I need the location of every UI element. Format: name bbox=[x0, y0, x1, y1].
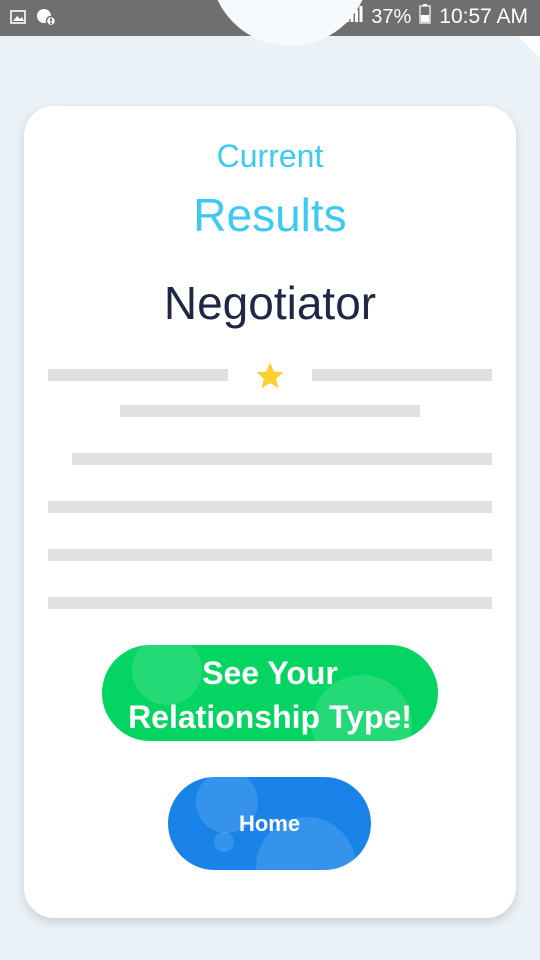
background-corner bbox=[518, 36, 540, 58]
placeholder-line bbox=[48, 597, 492, 609]
results-label: Results bbox=[193, 189, 347, 241]
placeholder-line bbox=[312, 369, 492, 381]
battery-icon bbox=[419, 4, 431, 30]
star-icon bbox=[254, 360, 286, 392]
results-card: Current Results Negotiator See Your Rela… bbox=[24, 106, 516, 918]
background-decoration bbox=[210, 0, 370, 46]
see-relationship-type-label: See Your Relationship Type! bbox=[128, 655, 412, 735]
placeholder-line bbox=[48, 549, 492, 561]
placeholder-line bbox=[120, 405, 420, 417]
image-icon bbox=[10, 9, 26, 30]
home-label: Home bbox=[238, 811, 301, 836]
placeholder-line bbox=[48, 501, 492, 513]
current-label: Current bbox=[216, 138, 324, 174]
result-type-title: Negotiator bbox=[163, 277, 377, 329]
see-relationship-type-button[interactable]: See Your Relationship Type! bbox=[102, 645, 438, 741]
status-left-icons bbox=[10, 8, 57, 31]
home-button[interactable]: Home bbox=[168, 777, 371, 870]
placeholder-line bbox=[72, 453, 492, 465]
battery-percent: 37% bbox=[371, 5, 412, 28]
placeholder-line bbox=[48, 369, 228, 381]
notification-icon bbox=[36, 8, 57, 31]
status-time: 10:57 AM bbox=[439, 5, 528, 28]
